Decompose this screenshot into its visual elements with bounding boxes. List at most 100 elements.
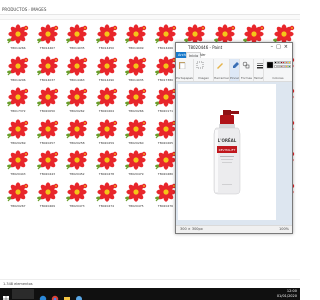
thumbnail-item[interactable]: T8014467 xyxy=(33,21,63,53)
paint-status-bar: 300 × 300px 100% xyxy=(176,225,292,233)
taskbar-app-explorer[interactable] xyxy=(62,289,72,300)
zoom-level[interactable]: 100% xyxy=(279,227,289,231)
thumbnail-item[interactable]: T8014037 xyxy=(33,53,63,85)
quick-access-toolbar[interactable] xyxy=(178,45,186,60)
flower-icon xyxy=(125,55,147,76)
thumbnail-label: T8014450 xyxy=(98,46,115,50)
size-group[interactable]: Tamaño xyxy=(254,59,264,81)
flower-icon xyxy=(7,55,29,76)
colors-label: Colores xyxy=(272,76,284,80)
thumbnail-label: T8020469 xyxy=(39,203,56,208)
thumbnail-label: T8020258 xyxy=(69,140,85,145)
taskbar-app-chrome[interactable] xyxy=(50,289,60,300)
thumbnail-item[interactable]: T8020269 xyxy=(3,116,33,148)
thumbnail-item[interactable]: T8020473 xyxy=(62,179,92,211)
thumbnail-item[interactable]: T8020262 xyxy=(62,84,92,116)
paint-canvas[interactable]: L'ORÉAL REVITALIFT xyxy=(178,84,276,220)
flower-icon xyxy=(95,24,117,44)
thumbnail-item[interactable]: T8020452 xyxy=(62,147,92,179)
thumbnail-item[interactable]: T8014049 xyxy=(121,21,151,53)
thumbnail-label: T8014049 xyxy=(128,46,144,50)
color-1-icon xyxy=(266,61,274,69)
thumbnail-item[interactable]: T8020267 xyxy=(3,179,33,211)
taskbar-app-paint[interactable] xyxy=(74,289,84,300)
thumbnail-label: T8020474 xyxy=(98,203,115,208)
thumbnail-item[interactable]: T8014035 xyxy=(62,21,92,53)
taskbar-clock[interactable]: 12:00 01/01/2020 xyxy=(277,289,297,299)
image-dimensions: 300 × 300px xyxy=(180,227,203,231)
shapes-group[interactable]: Formas xyxy=(240,59,254,81)
image-label: Imagen xyxy=(197,76,210,80)
thumbnail-item[interactable]: T8020479 xyxy=(121,147,151,179)
thumbnail-item[interactable]: T8020258 xyxy=(62,116,92,148)
size-label: Tamaño xyxy=(254,76,263,80)
explorer-address-bar[interactable]: PRODUCTOS›IMAGES xyxy=(0,5,300,15)
clipboard-label: Portapapeles xyxy=(176,76,193,80)
window-controls[interactable]: –□× xyxy=(271,44,291,50)
paint-icon xyxy=(76,296,82,300)
thumbnail-label: T8020262 xyxy=(69,109,85,113)
flower-icon xyxy=(36,24,58,44)
thumbnail-label: T8020479 xyxy=(128,172,144,176)
thumbnail-item[interactable]: T8014290 xyxy=(92,53,122,85)
thumbnail-item[interactable]: T8020266 xyxy=(121,84,151,116)
flower-icon xyxy=(66,87,88,107)
thumbnail-item[interactable]: T8020443 xyxy=(33,147,63,179)
colors-group[interactable]: Colores xyxy=(264,59,292,81)
flower-icon xyxy=(125,181,147,202)
thumbnail-item[interactable]: T8020443 xyxy=(3,147,33,179)
flower-icon xyxy=(7,87,29,107)
edge-icon xyxy=(39,295,47,300)
breadcrumb-separator: › xyxy=(28,7,30,12)
brand-text: L'ORÉAL xyxy=(218,138,237,143)
flower-icon xyxy=(125,118,147,139)
thumbnail-item[interactable]: T8020469 xyxy=(33,179,63,211)
thumbnail-item[interactable]: T8020474 xyxy=(92,179,122,211)
color-palette[interactable] xyxy=(274,61,291,73)
breadcrumb[interactable]: PRODUCTOS›IMAGES xyxy=(2,6,46,13)
thumbnail-item[interactable]: T8020259 xyxy=(92,116,122,148)
image-group[interactable]: Imagen xyxy=(194,59,214,81)
thumbnail-item[interactable]: T8020264 xyxy=(92,84,122,116)
thumbnail-item[interactable]: T8020475 xyxy=(121,179,151,211)
product-name-text: REVITALIFT xyxy=(219,148,236,152)
tools-group[interactable]: Herramientas xyxy=(214,59,230,81)
taskbar-search[interactable] xyxy=(12,289,34,299)
flower-icon xyxy=(7,181,29,202)
flower-icon xyxy=(7,118,29,139)
thumbnail-item[interactable]: T8017372 xyxy=(3,84,33,116)
flower-icon xyxy=(95,150,117,170)
thumbnail-label: T8020267 xyxy=(10,203,26,208)
paint-title-bar[interactable]: T8020446 - Paint –□× xyxy=(176,43,292,60)
thumbnail-label: T8014035 xyxy=(69,46,85,50)
explorer-column-header xyxy=(0,15,300,20)
start-button[interactable] xyxy=(1,289,11,300)
color-swatch[interactable] xyxy=(288,64,291,68)
flower-icon xyxy=(95,118,117,139)
explorer-status-bar: 1.348 elementos xyxy=(0,279,300,288)
taskbar-app-edge[interactable] xyxy=(38,289,48,300)
thumbnail-item[interactable]: T8014206 xyxy=(3,53,33,85)
flower-icon xyxy=(66,55,88,76)
breadcrumb-item[interactable]: IMAGES xyxy=(31,7,46,12)
thumbnail-item[interactable]: T8020478 xyxy=(92,147,122,179)
thumbnail-item[interactable]: T8014450 xyxy=(92,21,122,53)
breadcrumb-item[interactable]: PRODUCTOS xyxy=(2,7,27,12)
thumbnail-item[interactable]: T8014266 xyxy=(3,21,33,53)
tools-label: Herramientas xyxy=(214,76,229,80)
thumbnail-item[interactable]: T8014463 xyxy=(62,53,92,85)
thumbnail-item[interactable]: T8020050 xyxy=(33,84,63,116)
thumbnail-label: T8020257 xyxy=(39,140,56,145)
flower-icon xyxy=(66,150,88,170)
flower-icon xyxy=(125,24,147,44)
thumbnail-item[interactable]: T8020257 xyxy=(33,116,63,148)
clipboard-group[interactable]: Portapapeles xyxy=(176,59,194,81)
flower-icon xyxy=(36,87,58,107)
thumbnail-item[interactable]: T8014035 xyxy=(121,53,151,85)
thumbnail-label: T8020478 xyxy=(98,172,115,176)
flower-icon xyxy=(125,150,147,170)
thumbnail-item[interactable]: T8020260 xyxy=(121,116,151,148)
brushes-group[interactable]: Pinceles xyxy=(230,59,240,81)
thumbnail-label: T8014266 xyxy=(10,46,26,50)
thumbnail-label: T8017372 xyxy=(10,109,26,113)
